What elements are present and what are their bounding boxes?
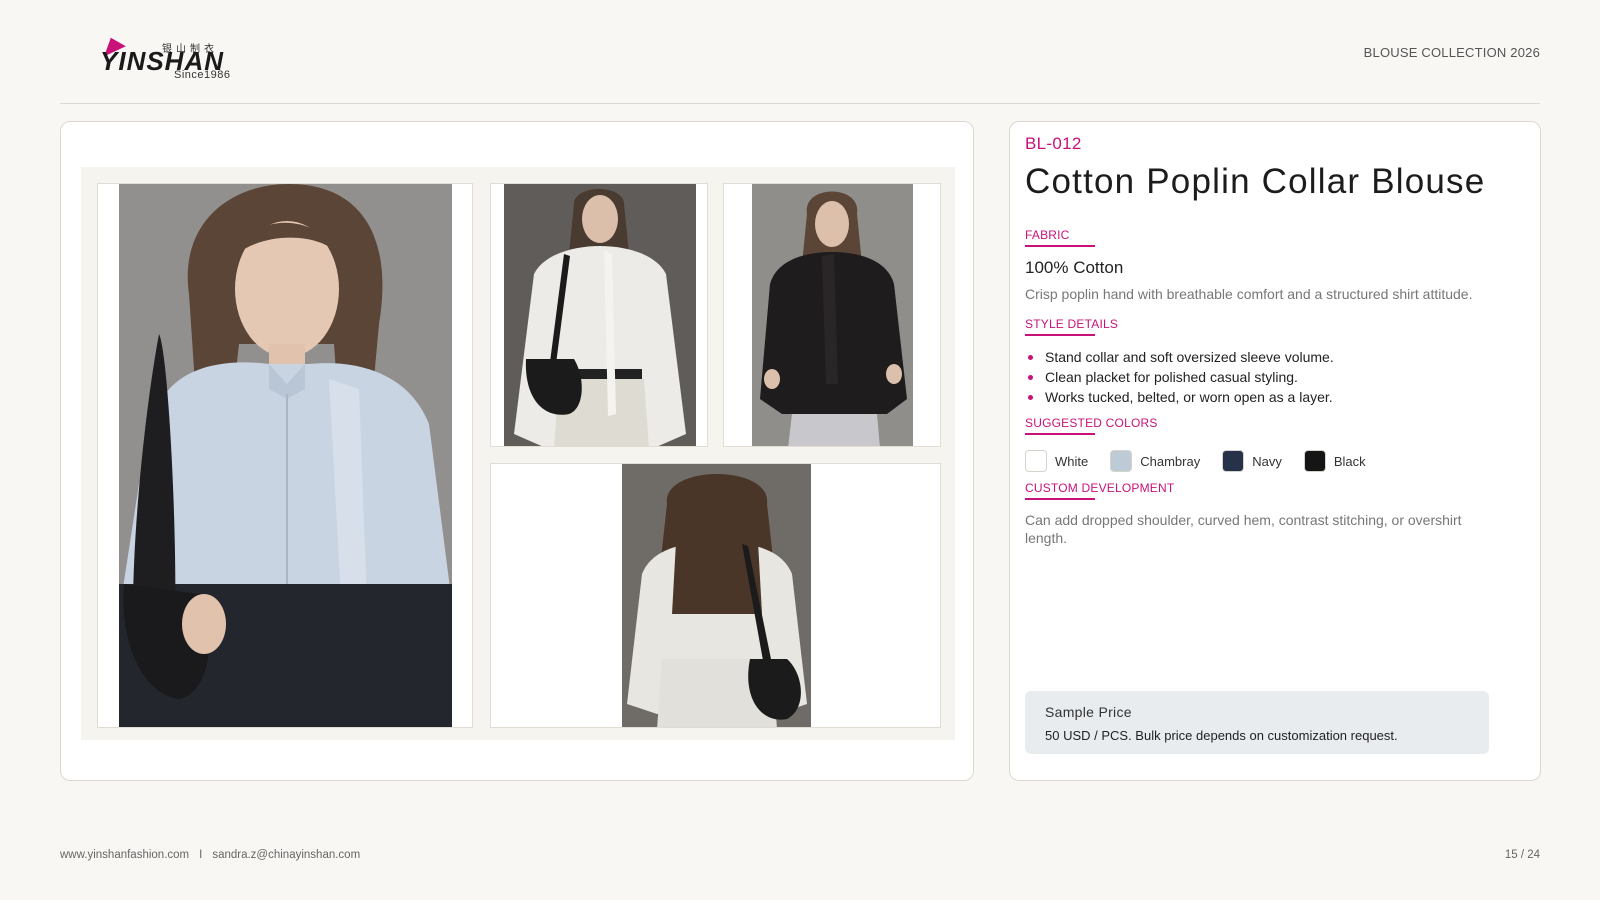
swatch-label: White [1055,453,1089,469]
photo-frame-bottom-wide [490,463,941,728]
product-code: BL-012 [1025,134,1082,153]
product-photo-black-blouse[interactable] [752,184,913,446]
color-swatches: White Chambray Navy Black [1025,450,1388,472]
swatch-chambray[interactable]: Chambray [1110,450,1200,472]
photo-frame-main [97,183,473,728]
color-swatch [1222,450,1245,472]
bullet-icon [1028,375,1033,380]
collection-title: BLOUSE COLLECTION 2026 [1363,45,1540,60]
fabric-label: FABRIC [1025,228,1095,247]
list-item: Works tucked, belted, or worn open as a … [1025,387,1334,407]
brand-logo: 银山制衣 YINSHAN Since1986 [98,33,240,86]
photo-illustration [752,184,913,446]
color-swatch [1303,450,1326,472]
gallery-grid [81,167,955,740]
color-swatch [1025,450,1047,472]
product-photo-back-view[interactable] [622,464,811,727]
photo-illustration [119,184,452,727]
photo-frame-top-middle [490,183,708,447]
page-number: 15 / 24 [1504,849,1540,861]
footer-separator: I [199,849,203,861]
style-details-list: Stand collar and soft oversized sleeve v… [1025,347,1334,407]
style-detail-text: Works tucked, belted, or worn open as a … [1045,389,1333,405]
product-title: Cotton Poplin Collar Blouse [1025,162,1486,201]
product-photo-white-with-bag[interactable] [504,184,696,446]
custom-development-description: Can add dropped shoulder, curved hem, co… [1025,512,1462,546]
sample-price-text: 50 USD / PCS. Bulk price depends on cust… [1045,728,1398,743]
bullet-icon [1028,355,1033,360]
swatch-label: Navy [1252,453,1282,469]
style-detail-text: Stand collar and soft oversized sleeve v… [1045,349,1334,365]
bullet-icon [1028,395,1033,400]
fabric-description: Crisp poplin hand with breathable comfor… [1025,286,1473,302]
style-details-label: STYLE DETAILS [1025,317,1119,336]
style-detail-text: Clean placket for polished casual stylin… [1045,369,1298,385]
photo-illustration [504,184,696,446]
header-divider [60,103,1540,104]
photo-illustration [622,464,811,727]
custom-development-label: CUSTOM DEVELOPMENT [1025,481,1175,500]
website-link[interactable]: www.yinshanfashion.com [60,849,189,861]
swatch-white[interactable]: White [1025,450,1088,472]
color-swatch [1110,450,1133,472]
swatch-label: Chambray [1140,453,1201,469]
gallery-card [60,121,974,781]
photo-frame-top-right [723,183,941,447]
swatch-label: Black [1333,453,1366,469]
swatch-black[interactable]: Black [1303,450,1366,472]
list-item: Stand collar and soft oversized sleeve v… [1025,347,1334,367]
sample-price-box: Sample Price 50 USD / PCS. Bulk price de… [1025,691,1489,754]
footer-contact: www.yinshanfashion.com Isandra.z@chinayin… [60,849,360,861]
product-photo-front-light-blue[interactable] [119,184,452,727]
list-item: Clean placket for polished casual stylin… [1025,367,1334,387]
email-link[interactable]: sandra.z@chinayinshan.com [212,849,360,861]
product-info-card: BL-012 Cotton Poplin Collar Blouse FABRI… [1009,121,1541,781]
suggested-colors-label: SUGGESTED COLORS [1025,416,1158,435]
fabric-value: 100% Cotton [1025,258,1124,277]
logo-since: Since1986 [174,69,231,81]
sample-price-label: Sample Price [1045,704,1132,720]
swatch-navy[interactable]: Navy [1222,450,1282,472]
